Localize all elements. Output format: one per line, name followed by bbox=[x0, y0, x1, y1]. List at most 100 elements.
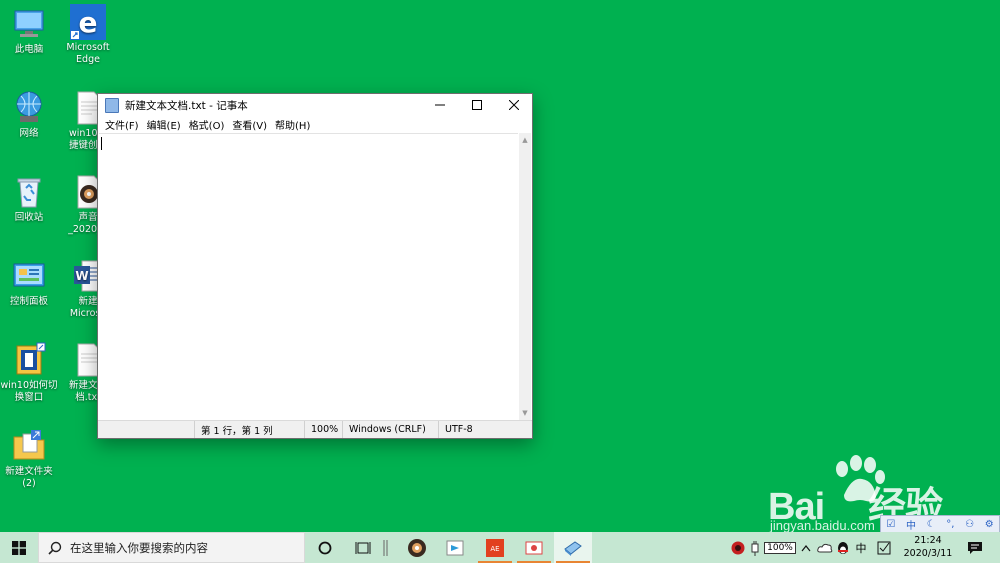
notepad-window[interactable]: 新建文本文档.txt - 记事本 文件(F) 编辑(E) 格式(O) 查看(V)… bbox=[97, 93, 533, 439]
taskbar-app-media[interactable] bbox=[436, 532, 474, 563]
desktop-icon-this-pc[interactable]: 此电脑 bbox=[0, 6, 61, 56]
desktop-icon-label-line2: 换窗口 bbox=[14, 392, 44, 403]
ime-punct-icon[interactable]: °, bbox=[946, 519, 954, 530]
vertical-scrollbar[interactable]: ▲ ▼ bbox=[519, 133, 531, 420]
cortana-button[interactable] bbox=[306, 532, 344, 563]
chevron-up-icon bbox=[801, 544, 811, 551]
menu-view[interactable]: 查看(V) bbox=[228, 117, 271, 132]
checkbox-edit-icon bbox=[877, 541, 891, 554]
status-line-ending: Windows (CRLF) bbox=[342, 421, 438, 438]
menu-bar: 文件(F) 编辑(E) 格式(O) 查看(V) 帮助(H) bbox=[98, 116, 532, 133]
title-bar[interactable]: 新建文本文档.txt - 记事本 bbox=[98, 94, 532, 116]
notepad-icon bbox=[105, 97, 119, 113]
menu-file[interactable]: 文件(F) bbox=[101, 117, 143, 132]
taskbar-handle bbox=[374, 532, 398, 563]
power-plug-icon bbox=[751, 540, 759, 556]
clock-time: 21:24 bbox=[914, 535, 942, 546]
recycle-bin-icon bbox=[11, 174, 47, 210]
desktop-icon-label-line2: (2) bbox=[22, 478, 36, 489]
search-icon bbox=[48, 541, 62, 555]
task-view-icon bbox=[355, 541, 371, 554]
audio-player-icon bbox=[408, 538, 426, 557]
cloud-icon bbox=[817, 543, 833, 552]
status-zoom: 100% bbox=[304, 421, 342, 438]
start-button[interactable] bbox=[0, 532, 38, 563]
taskbar-app-recorder[interactable] bbox=[515, 532, 553, 563]
ime-moon-icon[interactable]: ☾ bbox=[927, 519, 936, 530]
computer-icon bbox=[11, 6, 47, 42]
clock-date: 2020/3/11 bbox=[903, 548, 953, 559]
recorder-app-icon bbox=[525, 541, 543, 554]
svg-text:e: e bbox=[79, 6, 98, 39]
control-panel-icon bbox=[11, 258, 47, 294]
folder-icon bbox=[11, 428, 47, 464]
red-app-icon: AE bbox=[486, 538, 504, 557]
desktop-icon-label: win10如何切 bbox=[0, 380, 58, 391]
notification-icon bbox=[968, 541, 982, 554]
media-app-icon bbox=[446, 540, 464, 555]
scroll-up-icon[interactable]: ▲ bbox=[521, 136, 529, 144]
ime-mode-indicator[interactable]: 中 bbox=[906, 517, 916, 532]
notepad-taskbar-icon bbox=[564, 540, 582, 556]
ime-check-icon[interactable]: ☑ bbox=[886, 519, 895, 530]
scroll-down-icon[interactable]: ▼ bbox=[521, 409, 529, 417]
taskbar-app-editor[interactable]: AE bbox=[476, 532, 514, 563]
watermark-url: jingyan.baidu.com bbox=[770, 518, 875, 533]
taskbar-app-notepad[interactable] bbox=[554, 532, 592, 563]
text-caret bbox=[101, 137, 102, 150]
tray-cloud[interactable] bbox=[816, 532, 834, 563]
minimize-button[interactable] bbox=[421, 94, 458, 116]
taskbar-app-audio[interactable] bbox=[398, 532, 436, 563]
notification-center-button[interactable] bbox=[964, 532, 986, 563]
status-encoding: UTF-8 bbox=[438, 421, 532, 438]
desktop-icon-label: 网络 bbox=[19, 128, 39, 139]
red-circle-icon bbox=[731, 541, 745, 554]
tray-ime-indicator[interactable]: 中 bbox=[852, 532, 870, 563]
battery-percent: 100% bbox=[764, 541, 796, 554]
tray-plug-icon-wrap[interactable] bbox=[748, 532, 762, 563]
close-button[interactable] bbox=[495, 94, 532, 116]
network-globe-icon bbox=[11, 90, 47, 126]
taskbar: 在这里输入你要搜索的内容 AE 100% 中 21:24 2020/3/11 bbox=[0, 532, 1000, 563]
desktop-icon-label: 控制面板 bbox=[9, 296, 48, 307]
window-title: 新建文本文档.txt - 记事本 bbox=[125, 99, 248, 112]
taskbar-clock[interactable]: 21:24 2020/3/11 bbox=[895, 534, 961, 560]
desktop-icon-label: 新建文件夹 bbox=[5, 466, 53, 477]
text-editor-area[interactable] bbox=[99, 133, 518, 421]
tray-qq[interactable] bbox=[835, 532, 851, 563]
desktop-icon-label: 此电脑 bbox=[14, 44, 44, 55]
desktop-icon-network[interactable]: 网络 bbox=[0, 90, 61, 140]
desktop-icon-new-folder[interactable]: 新建文件夹 (2) bbox=[0, 428, 61, 490]
desktop-icon-win10-switch-window[interactable]: win10如何切 换窗口 bbox=[0, 342, 61, 404]
close-icon bbox=[508, 100, 519, 110]
divider-handle-icon bbox=[383, 539, 388, 556]
svg-text:W: W bbox=[75, 269, 88, 283]
minimize-icon bbox=[434, 104, 445, 106]
search-placeholder: 在这里输入你要搜索的内容 bbox=[70, 540, 208, 555]
desktop-icon-label: Microsoft bbox=[66, 42, 110, 53]
tray-battery[interactable]: 100% bbox=[763, 532, 797, 563]
desktop-icon-control-panel[interactable]: 控制面板 bbox=[0, 258, 61, 308]
status-cursor-position: 第 1 行，第 1 列 bbox=[194, 421, 304, 438]
taskbar-search-box[interactable]: 在这里输入你要搜索的内容 bbox=[38, 532, 305, 563]
svg-text:AE: AE bbox=[490, 545, 499, 553]
maximize-button[interactable] bbox=[458, 94, 495, 116]
qq-penguin-icon bbox=[838, 541, 848, 554]
edge-icon: e bbox=[70, 4, 106, 40]
ime-settings-icon[interactable]: ⚙ bbox=[985, 519, 994, 530]
status-bar: 第 1 行，第 1 列 100% Windows (CRLF) UTF-8 bbox=[98, 420, 532, 438]
menu-edit[interactable]: 编辑(E) bbox=[143, 117, 185, 132]
tray-check[interactable] bbox=[875, 532, 893, 563]
cortana-circle-icon bbox=[318, 541, 332, 554]
ime-user-icon[interactable]: ⚇ bbox=[965, 519, 974, 530]
windows-logo-icon bbox=[12, 540, 26, 555]
tray-app-icon[interactable] bbox=[730, 532, 746, 563]
maximize-icon bbox=[471, 100, 482, 110]
tray-overflow-button[interactable] bbox=[799, 532, 813, 563]
desktop-icon-label: 回收站 bbox=[14, 212, 44, 223]
desktop-icon-edge[interactable]: e Microsoft Edge bbox=[56, 4, 120, 66]
status-spacer bbox=[98, 421, 194, 438]
menu-help[interactable]: 帮助(H) bbox=[271, 117, 314, 132]
menu-format[interactable]: 格式(O) bbox=[185, 117, 229, 132]
desktop-icon-recycle-bin[interactable]: 回收站 bbox=[0, 174, 61, 224]
